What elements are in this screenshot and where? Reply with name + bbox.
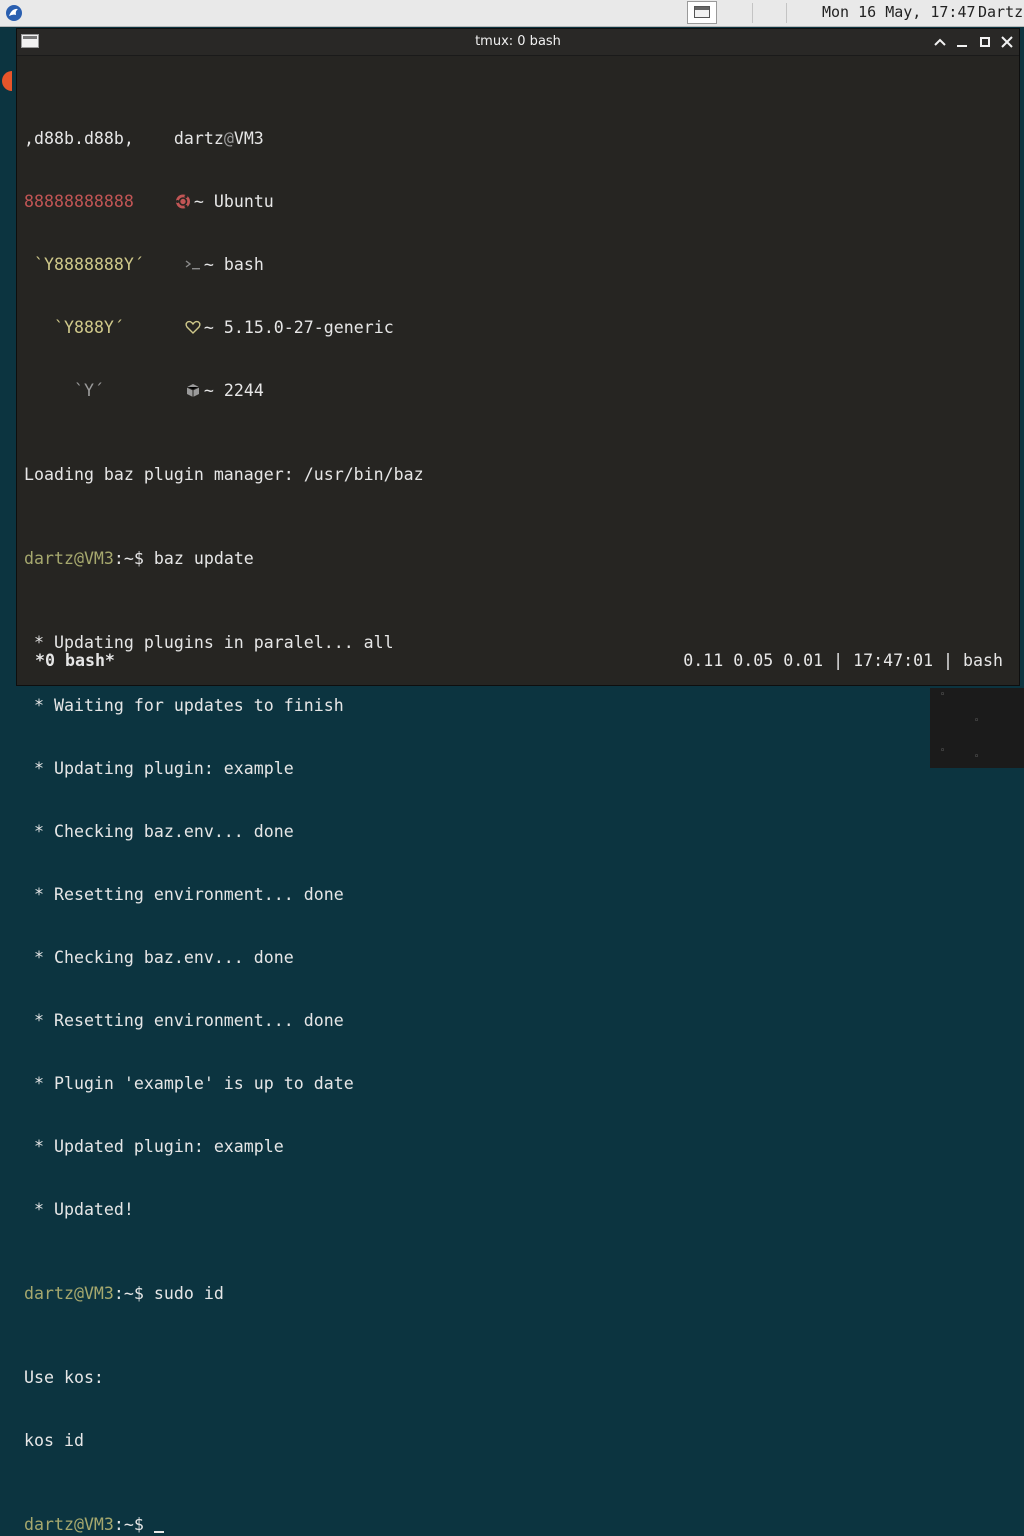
- fetch-line: ,d88b.d88b, dartz@VM3: [24, 128, 424, 149]
- fetch-host: VM3: [233, 129, 264, 148]
- taskbar-window-button[interactable]: [687, 1, 717, 24]
- prompt: dartz@VM3: [24, 549, 114, 568]
- fetch-line: `Y888Y´ ~ 5.15.0-27-generic: [24, 317, 424, 338]
- background-dot: ◦: [940, 690, 946, 700]
- prompt-suffix: :~$: [113, 549, 154, 568]
- terminal-line: * Updated!: [24, 1200, 134, 1219]
- window-icon: [694, 3, 710, 22]
- window-title: tmux: 0 bash: [475, 34, 561, 49]
- minimize-icon[interactable]: [952, 32, 972, 52]
- prompt: dartz@VM3: [24, 1284, 114, 1303]
- prompt-suffix: :~$: [113, 1284, 154, 1303]
- fetch-art-line: ,d88b.d88b,: [24, 129, 134, 148]
- heart-icon: [184, 317, 204, 338]
- background-dot: ◦: [974, 752, 980, 762]
- window-titlebar[interactable]: tmux: 0 bash: [17, 29, 1019, 56]
- start-menu-icon[interactable]: [4, 3, 24, 23]
- restore-icon[interactable]: [975, 32, 995, 52]
- terminal-line: * Resetting environment... done: [24, 885, 344, 904]
- command: sudo id: [153, 1284, 224, 1303]
- terminal-line: * Checking baz.env... done: [24, 822, 294, 841]
- terminal-window[interactable]: tmux: 0 bash ,d88b.d88b, dartz@VM3 88888…: [16, 28, 1020, 1534]
- ubuntu-icon: [174, 191, 194, 212]
- top-panel: Mon 16 May, 17:47 Dartz: [0, 0, 1024, 27]
- fetch-user: dartz: [173, 129, 224, 148]
- terminal-line: * Checking baz.env... done: [24, 948, 294, 967]
- fetch-at: @: [223, 129, 234, 148]
- fetch-art-line: `Y8888888Y´: [34, 255, 144, 274]
- prompt-line: dartz@VM3:~$ sudo id: [24, 1283, 424, 1304]
- shell-icon: [184, 254, 204, 275]
- package-icon: [184, 380, 204, 401]
- panel-clock[interactable]: Mon 16 May, 17:47: [822, 3, 976, 21]
- background-app-icon: [0, 70, 22, 92]
- fetch-line: `Y´ ~ 2244: [24, 380, 424, 401]
- prompt-suffix: :~$: [113, 1515, 154, 1534]
- fetch-line: `Y8888888Y´ ~ bash: [24, 254, 424, 275]
- fetch-packages: ~ 2244: [203, 381, 264, 400]
- panel-separator: [752, 3, 753, 23]
- fetch-art-line: `Y888Y´: [53, 318, 124, 337]
- terminal-line: * Updating plugins in paralel... all: [24, 633, 394, 652]
- terminal-line: kos id: [24, 1431, 84, 1450]
- prompt-line: dartz@VM3:~$ baz update: [24, 548, 424, 569]
- tmux-window-list[interactable]: *0 bash*: [35, 651, 115, 670]
- terminal-line: Use kos:: [24, 1368, 104, 1387]
- close-icon[interactable]: [997, 32, 1017, 52]
- prompt: dartz@VM3: [24, 1515, 114, 1534]
- fetch-art-line: 88888888888: [24, 192, 134, 211]
- terminal-line: * Waiting for updates to finish: [24, 696, 344, 715]
- fetch-line: 88888888888 ~ Ubuntu: [24, 191, 424, 212]
- background-dot: ◦: [974, 716, 980, 726]
- fetch-shell: ~ bash: [203, 255, 264, 274]
- tmux-status-right: 0.11 0.05 0.01 | 17:47:01 | bash: [683, 651, 1003, 670]
- background-dot: ◦: [940, 746, 946, 756]
- fetch-kernel: ~ 5.15.0-27-generic: [203, 318, 394, 337]
- terminal-line: Loading baz plugin manager: /usr/bin/baz: [24, 465, 424, 484]
- text-cursor[interactable]: [153, 1514, 164, 1535]
- background-window: ◦ ◦ ◦ ◦: [930, 688, 1024, 768]
- terminal-line: * Updated plugin: example: [24, 1137, 284, 1156]
- terminal-line: * Plugin 'example' is up to date: [24, 1074, 354, 1093]
- command: baz update: [153, 549, 254, 568]
- maximize-up-icon[interactable]: [930, 32, 950, 52]
- panel-separator: [786, 3, 787, 23]
- fetch-os: ~ Ubuntu: [193, 192, 274, 211]
- terminal-output[interactable]: ,d88b.d88b, dartz@VM3 88888888888 ~ Ubun…: [24, 65, 424, 1536]
- panel-user[interactable]: Dartz: [978, 3, 1023, 21]
- terminal-line: * Resetting environment... done: [24, 1011, 344, 1030]
- fetch-art-line: `Y´: [73, 381, 104, 400]
- prompt-line[interactable]: dartz@VM3:~$: [24, 1514, 424, 1535]
- tmux-status-bar: *0 bash* 0.11 0.05 0.01 | 17:47:01 | bas…: [17, 651, 1019, 675]
- terminal-line: * Updating plugin: example: [24, 759, 294, 778]
